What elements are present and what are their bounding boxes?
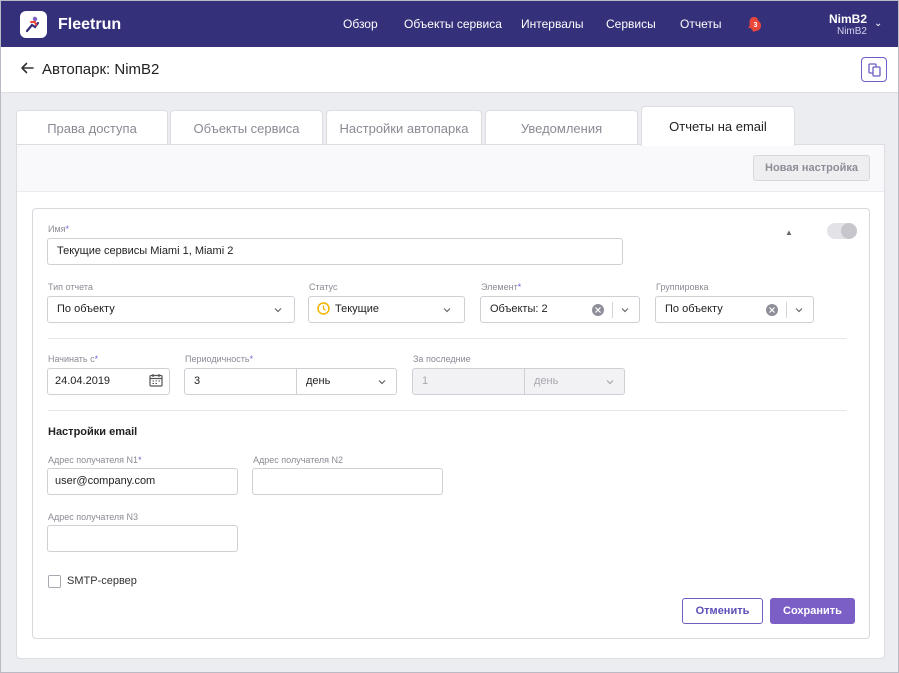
status-value: Текущие: [335, 303, 379, 315]
copy-icon: [868, 63, 881, 77]
recipient1-label: Адрес получателя N1*: [48, 455, 142, 465]
last-period-unit-value: день: [534, 375, 559, 387]
recipient2-label: Адрес получателя N2: [253, 455, 344, 465]
periodicity-unit-select[interactable]: день: [296, 368, 397, 395]
cancel-button[interactable]: Отменить: [682, 598, 763, 624]
recipient2-input[interactable]: [252, 468, 443, 495]
name-input[interactable]: Текущие сервисы Miami 1, Miami 2: [47, 238, 623, 265]
top-navigation-bar: Fleetrun Обзор Объекты сервиса Интервалы…: [1, 1, 898, 47]
last-period-label: За последние: [413, 354, 471, 364]
recipient1-input[interactable]: user@company.com: [47, 468, 238, 495]
tab-access-rights[interactable]: Права доступа: [16, 110, 168, 145]
report-type-label: Тип отчета: [48, 282, 93, 292]
chevron-down-icon: [274, 308, 282, 313]
clock-icon: [317, 302, 330, 315]
name-label: Имя*: [48, 224, 70, 234]
page-header: Автопарк: NimB2: [1, 47, 898, 93]
tab-email-reports[interactable]: Отчеты на email: [641, 106, 795, 146]
status-label: Статус: [309, 282, 338, 292]
report-settings-card: [32, 208, 870, 639]
divider: [612, 302, 613, 318]
fleetrun-logo-icon[interactable]: [20, 11, 47, 38]
collapse-caret-icon[interactable]: ▲: [785, 228, 793, 237]
nav-services[interactable]: Сервисы: [606, 17, 656, 31]
copy-button[interactable]: [861, 57, 887, 82]
new-setting-button[interactable]: Новая настройка: [753, 155, 870, 181]
nav-service-objects[interactable]: Объекты сервиса: [404, 17, 502, 31]
recipient3-input[interactable]: [47, 525, 238, 552]
back-arrow-icon[interactable]: [20, 61, 34, 75]
toggle-knob: [841, 223, 857, 239]
periodicity-unit-value: день: [306, 375, 331, 387]
chevron-down-icon: [606, 380, 614, 385]
clear-icon[interactable]: [592, 304, 604, 316]
start-date-label: Начинать с*: [48, 354, 99, 364]
nav-intervals[interactable]: Интервалы: [521, 17, 584, 31]
grouping-select[interactable]: По объекту: [655, 296, 814, 323]
report-type-select[interactable]: По объекту: [47, 296, 295, 323]
chevron-down-icon: [378, 380, 386, 385]
tab-notifications[interactable]: Уведомления: [485, 110, 638, 145]
tab-fleet-settings[interactable]: Настройки автопарка: [326, 110, 482, 145]
nav-overview[interactable]: Обзор: [343, 17, 378, 31]
grouping-label: Группировка: [656, 282, 709, 292]
chevron-down-icon: [443, 308, 451, 313]
email-settings-title: Настройки email: [48, 426, 138, 438]
chevron-down-icon: [621, 308, 629, 313]
nav-reports[interactable]: Отчеты: [680, 17, 721, 31]
user-name[interactable]: NimB2: [829, 12, 867, 26]
brand-name: Fleetrun: [58, 16, 122, 33]
section-divider: [48, 410, 847, 411]
report-type-value: По объекту: [57, 303, 115, 315]
periodicity-label: Периодичность*: [185, 354, 254, 364]
chevron-down-icon: [795, 308, 803, 313]
enable-toggle[interactable]: [827, 223, 857, 239]
notification-count-badge: 3: [750, 20, 761, 31]
last-period-input: 1: [412, 368, 525, 395]
smtp-checkbox[interactable]: [48, 575, 61, 588]
calendar-icon[interactable]: [149, 373, 163, 387]
grouping-value: По объекту: [665, 303, 723, 315]
save-button[interactable]: Сохранить: [770, 598, 855, 624]
divider: [786, 302, 787, 318]
tab-service-objects[interactable]: Объекты сервиса: [170, 110, 323, 145]
user-menu-chevron-icon[interactable]: ⌄: [874, 18, 882, 29]
periodicity-input[interactable]: 3: [184, 368, 297, 395]
element-select[interactable]: Объекты: 2: [480, 296, 640, 323]
element-value: Объекты: 2: [490, 303, 548, 315]
page-title: Автопарк: NimB2: [42, 61, 160, 78]
last-period-unit-select: день: [524, 368, 625, 395]
smtp-label[interactable]: SMTP-сервер: [67, 575, 137, 587]
status-select[interactable]: Текущие: [308, 296, 465, 323]
user-account: NimB2: [836, 26, 867, 37]
element-label: Элемент*: [481, 282, 522, 292]
recipient3-label: Адрес получателя N3: [48, 512, 139, 522]
clear-icon[interactable]: [766, 304, 778, 316]
section-divider: [48, 338, 847, 339]
